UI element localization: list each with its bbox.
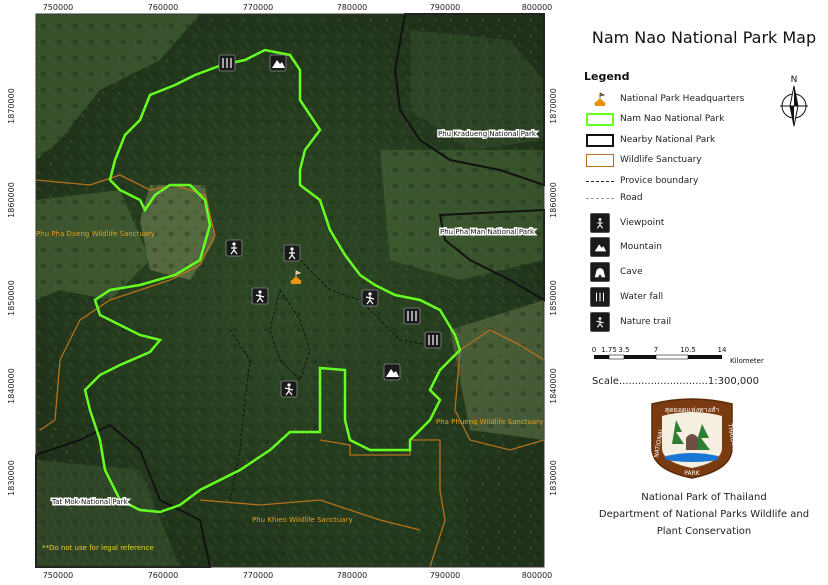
legend-label: Nature trail	[620, 317, 672, 327]
label-phu-pha-man: Phu Pha Man National Park	[440, 228, 535, 236]
nature-trail-icon[interactable]	[361, 289, 379, 307]
scale-ratio: Scale............................1:300,0…	[592, 376, 759, 387]
nature-trail-icon	[590, 312, 610, 332]
mountain-icon	[590, 237, 610, 257]
waterfall-icon	[590, 287, 610, 307]
waterfall-icon[interactable]	[424, 331, 442, 349]
legend-item-cave: Cave	[584, 262, 643, 282]
x-tick-label: 760000	[148, 3, 179, 12]
x-tick-label: 770000	[243, 3, 274, 12]
x-tick-label: 790000	[430, 3, 461, 12]
scale-unit: Kilometer	[730, 357, 764, 365]
x-tick-label: 800000	[522, 571, 553, 580]
legend-item-mountain: Mountain	[584, 237, 662, 257]
green-box-symbol	[586, 112, 614, 126]
mountain-icon[interactable]	[269, 54, 287, 72]
mountain-icon[interactable]	[383, 363, 401, 381]
legend-label: Nam Nao National Park	[620, 114, 725, 124]
label-tat-mok: Tat Mok National Park	[51, 498, 128, 506]
legend-label: Provice boundary	[620, 176, 699, 186]
x-ticks-top: 750000 760000 770000 780000 790000 80000…	[43, 3, 553, 12]
x-tick-label: 750000	[43, 571, 74, 580]
credit-block: National Park of Thailand Department of …	[580, 489, 828, 540]
north-label: N	[791, 75, 798, 85]
y-tick-label: 1870000	[7, 88, 16, 124]
y-tick-label: 1870000	[549, 88, 558, 124]
scale-tick: 10.5	[680, 346, 696, 354]
x-tick-label: 770000	[243, 571, 274, 580]
scale-tick: 1.75	[601, 346, 617, 354]
legend-item-nearby-park: Nearby National Park	[584, 131, 715, 149]
logo-text-top: สุดยอดแห่งทางสำ	[665, 406, 719, 414]
legend-label: Wildlife Sanctuary	[620, 155, 702, 165]
brown-box-symbol	[586, 153, 614, 167]
dashdot-line-symbol	[586, 197, 614, 199]
y-tick-label: 1830000	[549, 460, 558, 496]
x-tick-label: 780000	[337, 571, 368, 580]
x-tick-label: 750000	[43, 3, 74, 12]
credit-line: Plant Conservation	[656, 526, 752, 537]
cave-icon	[590, 262, 610, 282]
y-tick-label: 1840000	[7, 368, 16, 404]
legend-panel: Nam Nao National Park Map Legend Nationa…	[568, 0, 828, 585]
nature-trail-icon[interactable]	[280, 380, 298, 398]
black-box-symbol	[586, 133, 614, 147]
legend-label: Viewpoint	[620, 218, 665, 228]
scale-bar: 0 1.75 3.5 7 10.5 14 Kilometer	[592, 342, 822, 372]
y-tick-label: 1860000	[549, 182, 558, 218]
legend-item-viewpoint: Viewpoint	[584, 213, 665, 233]
legend-item-sanctuary: Wildlife Sanctuary	[584, 151, 702, 169]
y-tick-label: 1830000	[7, 460, 16, 496]
legend-item-road: Road	[584, 189, 643, 207]
national-park-logo: สุดยอดแห่งทางสำ NATIONAL PARK THAILAND	[646, 398, 738, 480]
label-phu-khieo: Phu Khieo Wildlife Sanctuary	[252, 516, 353, 524]
y-tick-label: 1840000	[549, 368, 558, 404]
legend-label: Mountain	[620, 242, 662, 252]
scale-tick: 0	[592, 346, 596, 354]
credit-line: Department of National Parks Wildlife an…	[598, 509, 810, 520]
legend-label: Road	[620, 193, 643, 203]
label-pha-phueng: Pha Phueng Wildlife Sanctuary	[436, 418, 543, 426]
y-tick-label: 1860000	[7, 182, 16, 218]
legend-item-province: Provice boundary	[584, 172, 698, 190]
credit-line: National Park of Thailand	[641, 492, 767, 503]
legend-item-nam-nao: Nam Nao National Park	[584, 110, 724, 128]
north-arrow: N	[776, 72, 812, 132]
logo-text-bottom: PARK	[684, 470, 701, 477]
nature-trail-icon[interactable]	[251, 287, 269, 305]
x-tick-label: 780000	[337, 3, 368, 12]
x-tick-label: 790000	[430, 571, 461, 580]
y-ticks-left: 1870000 1860000 1850000 1840000 1830000	[7, 88, 16, 496]
waterfall-icon[interactable]	[403, 307, 421, 325]
x-tick-label: 800000	[522, 3, 553, 12]
label-phu-pha-daeng: Phu Pha Daeng Wildlife Sanctuary	[36, 230, 155, 238]
legend-item-hq: National Park Headquarters	[584, 90, 744, 108]
label-phu-kradueng: Phu Kradueng National Park	[438, 130, 537, 138]
legend-item-waterfall: Water fall	[584, 287, 664, 307]
viewpoint-icon	[590, 213, 610, 233]
legend-label: National Park Headquarters	[620, 94, 745, 104]
viewpoint-icon[interactable]	[283, 244, 301, 262]
y-ticks-right: 1870000 1860000 1850000 1840000 1830000	[549, 88, 558, 496]
y-tick-label: 1850000	[7, 280, 16, 316]
x-tick-label: 760000	[148, 571, 179, 580]
scale-tick: 7	[654, 346, 658, 354]
legend-label: Nearby National Park	[620, 135, 716, 145]
hq-icon	[584, 90, 616, 108]
scale-tick: 3.5	[618, 346, 629, 354]
legend-label: Cave	[620, 267, 643, 277]
label-disclaimer: **Do not use for legal reference	[42, 544, 154, 552]
x-ticks-bottom: 750000 760000 770000 780000 790000 80000…	[43, 571, 553, 580]
viewpoint-icon[interactable]	[225, 239, 243, 257]
dashed-line-symbol	[586, 180, 614, 182]
map-title: Nam Nao National Park Map	[591, 28, 817, 47]
waterfall-icon[interactable]	[218, 54, 236, 72]
legend-title: Legend	[584, 70, 630, 83]
map-canvas[interactable]: Phu Kradueng National Park Phu Pha Man N…	[0, 0, 568, 585]
map-frame[interactable]: Phu Kradueng National Park Phu Pha Man N…	[0, 0, 568, 585]
y-tick-label: 1850000	[549, 280, 558, 316]
legend-item-nature-trail: Nature trail	[584, 312, 672, 332]
scale-tick: 14	[718, 346, 727, 354]
legend-label: Water fall	[620, 292, 664, 302]
